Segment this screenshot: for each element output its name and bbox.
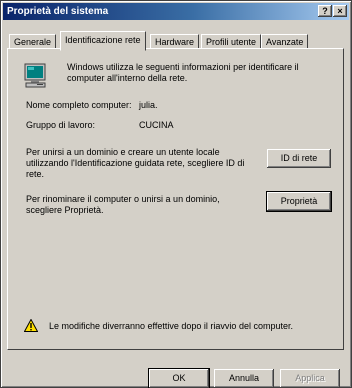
warning-text: Le modifiche diverranno effettive dopo i… [49, 321, 293, 331]
tab-hardware[interactable]: Hardware [150, 34, 200, 49]
close-button[interactable]: × [333, 5, 347, 17]
warning-icon [24, 319, 38, 332]
tab-generale[interactable]: Generale [9, 34, 57, 49]
workgroup-label: Gruppo di lavoro: [26, 120, 96, 130]
domain-instructions-line2: utilizzando l'Identificazione guidata re… [26, 158, 245, 168]
properties-button[interactable]: Proprietà [266, 191, 332, 212]
monitor-icon [24, 63, 46, 88]
computer-name-value: julia. [139, 100, 158, 110]
tab-profili-utente[interactable]: Profili utente [201, 34, 262, 49]
workgroup-value: CUCINA [139, 120, 174, 130]
ok-button[interactable]: OK [148, 368, 210, 388]
domain-instructions-line1: Per unirsi a un dominio e creare un uten… [26, 147, 220, 157]
domain-instructions-line3: rete. [26, 169, 45, 179]
intro-text-line1: Windows utilizza le seguenti informazion… [67, 62, 299, 72]
help-button[interactable]: ? [318, 5, 332, 17]
network-id-button[interactable]: ID di rete [267, 149, 331, 168]
rename-instructions-line1: Per rinominare il computer o unirsi a un… [26, 194, 220, 204]
tab-identificazione-rete[interactable]: Identificazione rete [60, 31, 146, 51]
apply-button[interactable]: Applica [280, 369, 340, 388]
rename-instructions-line2: scegliere Proprietà. [26, 205, 104, 215]
window-title: Proprietà del sistema [7, 6, 109, 17]
computer-name-label: Nome completo computer: [26, 100, 132, 110]
cancel-button[interactable]: Annulla [214, 369, 274, 388]
title-bar[interactable]: Proprietà del sistema ? × [3, 3, 349, 20]
intro-text-line2: computer all'interno della rete. [67, 73, 188, 83]
tab-avanzate[interactable]: Avanzate [261, 34, 309, 49]
system-properties-window: Proprietà del sistema ? × Generale Ident… [0, 0, 352, 388]
